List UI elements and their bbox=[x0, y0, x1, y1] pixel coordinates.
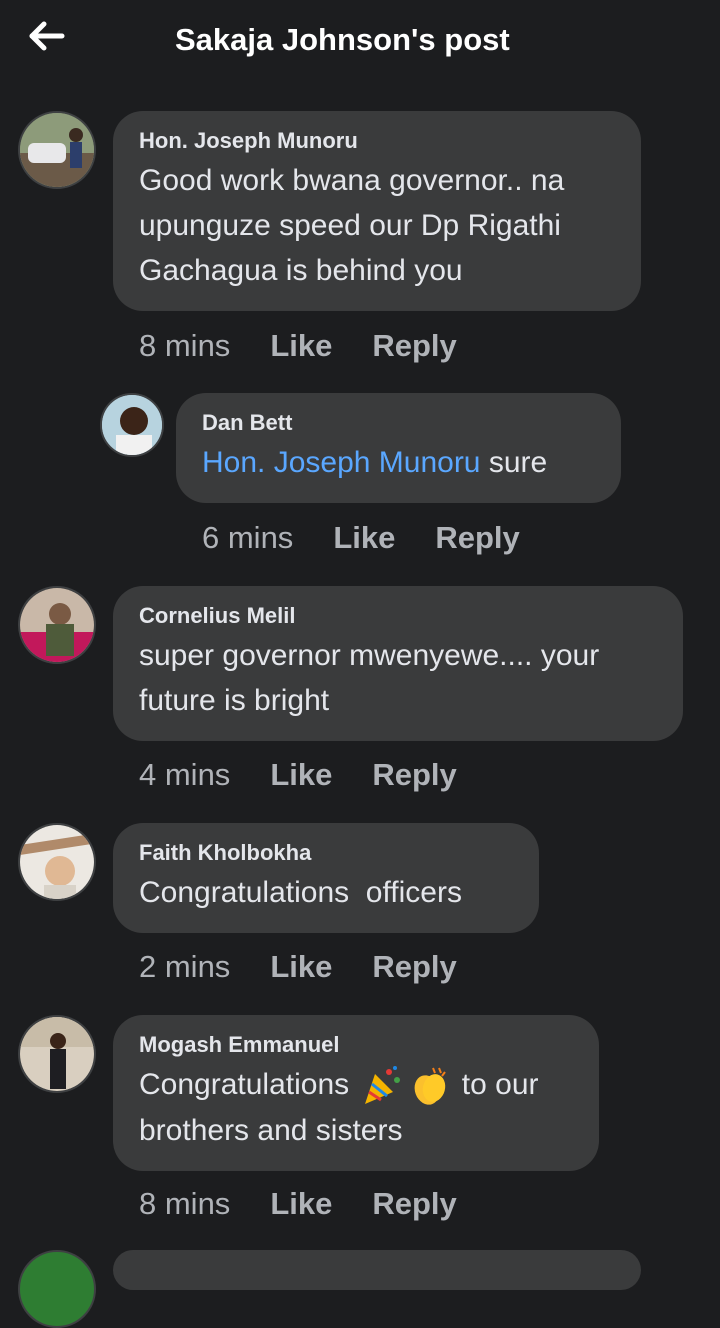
comment-bubble: Dan Bett Hon. Joseph Munoru sure bbox=[176, 393, 621, 503]
comment-actions: 6 mins Like Reply bbox=[202, 520, 560, 556]
like-button[interactable]: Like bbox=[270, 328, 332, 364]
avatar[interactable] bbox=[18, 586, 96, 664]
avatar[interactable] bbox=[18, 1250, 96, 1328]
avatar[interactable] bbox=[100, 393, 164, 457]
comment-bubble: Faith Kholbokha Congratulations officers bbox=[113, 823, 539, 933]
comment-timestamp[interactable]: 8 mins bbox=[139, 1186, 230, 1222]
reply-button[interactable]: Reply bbox=[372, 949, 456, 985]
avatar[interactable] bbox=[18, 823, 96, 901]
reply-button[interactable]: Reply bbox=[435, 520, 519, 556]
reply-button[interactable]: Reply bbox=[372, 328, 456, 364]
comment-timestamp[interactable]: 8 mins bbox=[139, 328, 230, 364]
comment-text: Congratulations officers bbox=[139, 876, 462, 909]
comment-bubble: Hon. Joseph Munoru Good work bwana gover… bbox=[113, 111, 641, 311]
mention-link[interactable]: Hon. Joseph Munoru bbox=[202, 446, 481, 479]
top-bar: Sakaja Johnson's post bbox=[0, 0, 720, 84]
commenter-name[interactable]: Mogash Emmanuel bbox=[139, 1031, 573, 1059]
comment-text-part: Congratulations bbox=[139, 1068, 358, 1101]
avatar[interactable] bbox=[18, 111, 96, 189]
reply-button[interactable]: Reply bbox=[372, 1186, 456, 1222]
back-arrow-icon[interactable] bbox=[26, 18, 70, 58]
comment-actions: 8 mins Like Reply bbox=[139, 1186, 497, 1222]
like-button[interactable]: Like bbox=[270, 949, 332, 985]
reply-button[interactable]: Reply bbox=[372, 757, 456, 793]
commenter-name[interactable]: Hon. Joseph Munoru bbox=[139, 127, 615, 155]
comment-actions: 8 mins Like Reply bbox=[139, 328, 497, 364]
comment-text: super governor mwenyewe.... your future … bbox=[139, 639, 600, 717]
comment-timestamp[interactable]: 6 mins bbox=[202, 520, 293, 556]
comment-text: Congratulations to our brothers and sist… bbox=[139, 1062, 573, 1153]
comment-timestamp[interactable]: 2 mins bbox=[139, 949, 230, 985]
avatar[interactable] bbox=[18, 1015, 96, 1093]
comment-text-rest: sure bbox=[480, 446, 548, 479]
commenter-name[interactable]: Faith Kholbokha bbox=[139, 839, 513, 867]
page-title: Sakaja Johnson's post bbox=[175, 22, 510, 57]
like-button[interactable]: Like bbox=[270, 757, 332, 793]
party-popper-icon bbox=[359, 1064, 403, 1108]
comment-actions: 2 mins Like Reply bbox=[139, 949, 497, 985]
like-button[interactable]: Like bbox=[270, 1186, 332, 1222]
comment-text: Good work bwana governor.. na upunguze s… bbox=[139, 164, 565, 287]
clapping-hands-icon bbox=[407, 1064, 451, 1108]
comment-timestamp[interactable]: 4 mins bbox=[139, 757, 230, 793]
comment-bubble: Cornelius Melil super governor mwenyewe.… bbox=[113, 586, 683, 741]
comment-actions: 4 mins Like Reply bbox=[139, 757, 497, 793]
comment-text: Hon. Joseph Munoru sure bbox=[202, 440, 595, 485]
commenter-name[interactable]: Dan Bett bbox=[202, 409, 595, 437]
comment-bubble: Mogash Emmanuel Congratulations to our b… bbox=[113, 1015, 599, 1172]
commenter-name[interactable]: Cornelius Melil bbox=[139, 602, 657, 630]
like-button[interactable]: Like bbox=[333, 520, 395, 556]
comment-bubble bbox=[113, 1250, 641, 1290]
